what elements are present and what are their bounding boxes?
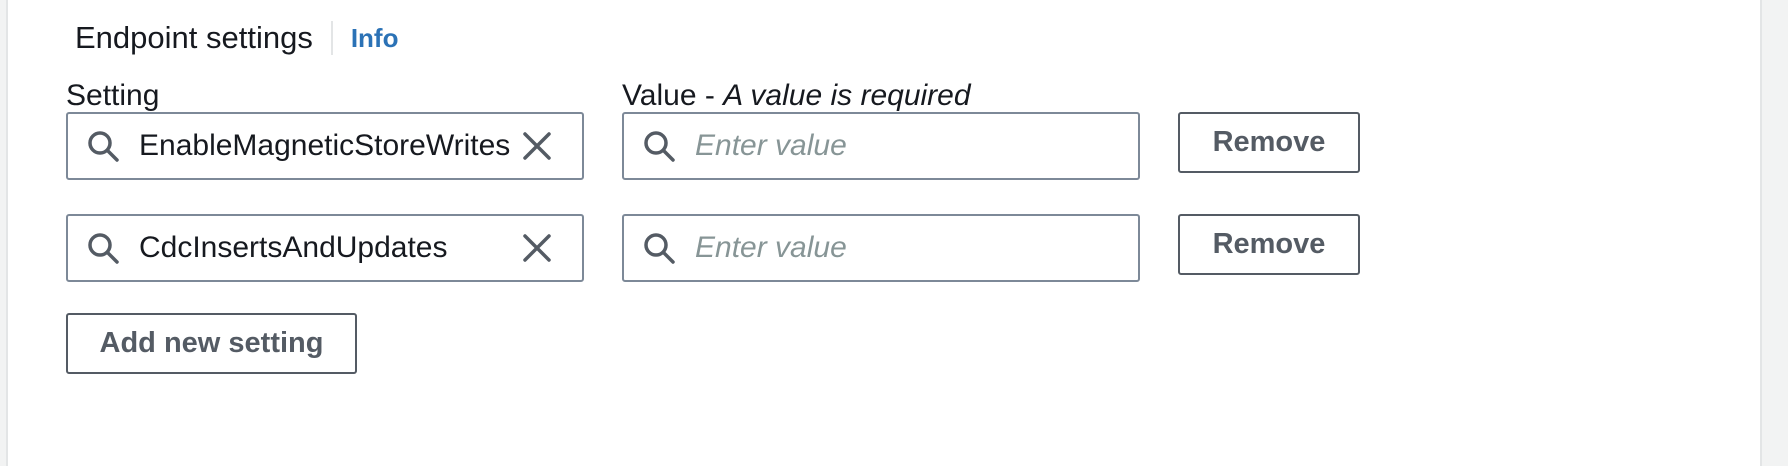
close-icon[interactable]: [521, 232, 553, 264]
remove-button[interactable]: Remove: [1178, 214, 1360, 275]
setting-field-1[interactable]: EnableMagneticStoreWrites: [66, 112, 584, 180]
endpoint-settings-panel: Endpoint settings Info Setting Value - A…: [6, 0, 1762, 466]
add-new-setting-button[interactable]: Add new setting: [66, 313, 357, 374]
value-field-1[interactable]: [622, 112, 1140, 180]
close-icon[interactable]: [521, 130, 553, 162]
info-link[interactable]: Info: [351, 18, 399, 58]
section-header: Endpoint settings Info: [75, 18, 398, 58]
value-column-label: Value - A value is required: [622, 76, 971, 116]
value-required-note: A value is required: [723, 79, 971, 112]
search-icon: [644, 233, 675, 264]
section-title: Endpoint settings: [75, 20, 313, 55]
value-label-text: Value -: [622, 79, 724, 112]
search-icon: [88, 131, 119, 162]
value-input[interactable]: [695, 231, 1138, 265]
setting-field-2[interactable]: CdcInsertsAndUpdates: [66, 214, 584, 282]
header-divider: [330, 21, 333, 55]
setting-value-text: CdcInsertsAndUpdates: [139, 231, 448, 264]
setting-column-label: Setting: [66, 76, 159, 116]
setting-label-text: Setting: [66, 79, 160, 112]
remove-button[interactable]: Remove: [1178, 112, 1360, 173]
search-icon: [644, 131, 675, 162]
search-icon: [88, 233, 119, 264]
value-input[interactable]: [695, 129, 1138, 163]
setting-value-text: EnableMagneticStoreWrites: [139, 129, 511, 162]
value-field-2[interactable]: [622, 214, 1140, 282]
